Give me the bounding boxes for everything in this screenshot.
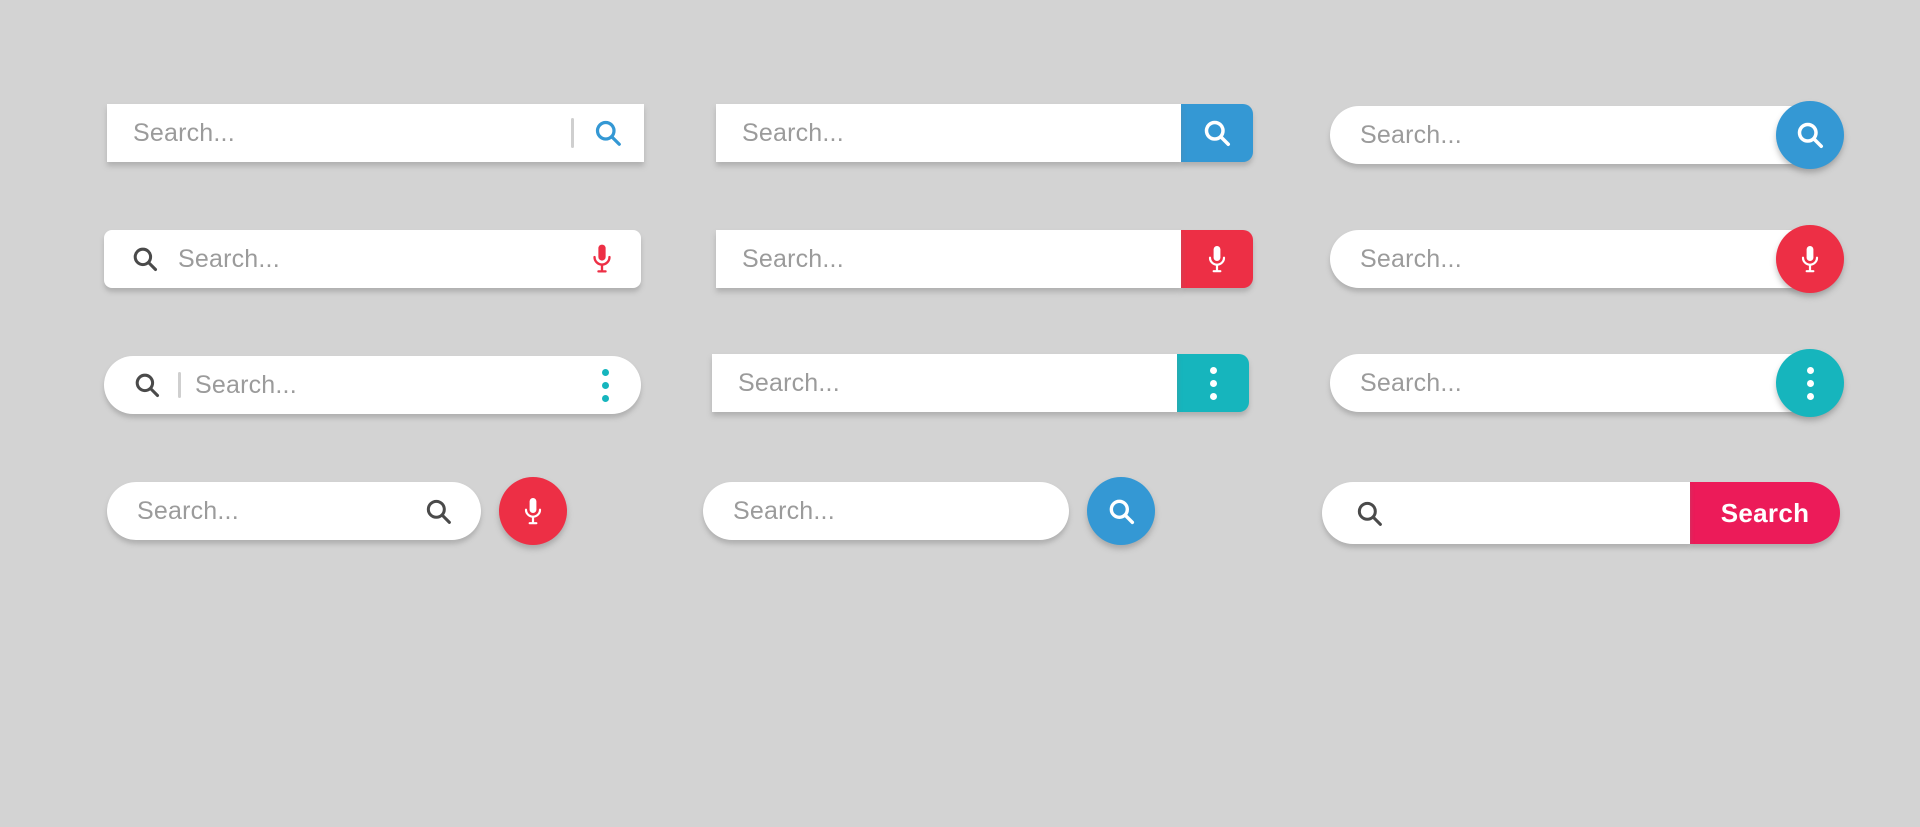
search-icon: [1352, 496, 1386, 530]
search-placeholder: Search...: [195, 370, 297, 399]
search-icon[interactable]: [590, 115, 626, 151]
search-field[interactable]: Search...: [703, 482, 1069, 540]
microphone-icon: [1798, 244, 1822, 275]
search-bar-row1-col3[interactable]: Search...: [1330, 101, 1844, 169]
search-placeholder: Search...: [178, 244, 280, 273]
search-bar-row4-col2[interactable]: Search...: [703, 477, 1155, 545]
search-placeholder: Search...: [133, 118, 235, 147]
search-bar-row2-col1[interactable]: Search...: [104, 230, 641, 288]
search-field[interactable]: Search...: [1330, 106, 1840, 164]
search-placeholder: Search...: [733, 496, 835, 525]
search-button[interactable]: [1776, 101, 1844, 169]
search-bar-row3-col3[interactable]: Search...: [1330, 349, 1844, 417]
search-field[interactable]: Search...: [1330, 354, 1840, 412]
search-field[interactable]: Search...: [712, 354, 1177, 412]
search-bar-row4-col3[interactable]: Search: [1322, 482, 1840, 544]
search-bar-row2-col2[interactable]: Search...: [716, 230, 1253, 288]
search-button[interactable]: [1181, 104, 1253, 162]
microphone-icon: [521, 496, 545, 527]
search-placeholder: Search...: [137, 496, 239, 525]
search-field[interactable]: Search...: [1330, 230, 1840, 288]
search-field[interactable]: Search...: [107, 482, 481, 540]
more-options-button[interactable]: [1776, 349, 1844, 417]
search-field[interactable]: Search...: [107, 104, 644, 162]
search-icon: [1795, 120, 1825, 150]
search-submit-button[interactable]: Search: [1690, 482, 1840, 544]
search-bar-row3-col2[interactable]: Search...: [712, 354, 1249, 412]
search-bar-row1-col1[interactable]: Search...: [107, 104, 644, 162]
search-placeholder: Search...: [742, 244, 844, 273]
voice-search-button[interactable]: [499, 477, 567, 545]
microphone-icon: [1205, 244, 1229, 275]
more-options-button[interactable]: [1177, 354, 1249, 412]
search-icon: [1202, 118, 1232, 148]
voice-search-button[interactable]: [1181, 230, 1253, 288]
kebab-menu-icon: [1209, 366, 1217, 400]
search-field[interactable]: Search...: [104, 356, 641, 414]
search-field[interactable]: [1322, 482, 1690, 544]
search-placeholder: Search...: [1360, 120, 1462, 149]
search-placeholder: Search...: [1360, 244, 1462, 273]
microphone-icon[interactable]: [585, 242, 619, 276]
ui-kit-canvas: Search... Search... Search... Search... …: [0, 0, 1920, 827]
field-divider: [178, 372, 181, 398]
search-bar-row3-col1[interactable]: Search...: [104, 356, 641, 414]
search-placeholder: Search...: [742, 118, 844, 147]
search-icon: [1107, 497, 1136, 526]
search-icon: [128, 242, 162, 276]
search-bar-row4-col1[interactable]: Search...: [107, 477, 567, 545]
search-field[interactable]: Search...: [104, 230, 641, 288]
search-field[interactable]: Search...: [716, 230, 1181, 288]
search-field[interactable]: Search...: [716, 104, 1181, 162]
voice-search-button[interactable]: [1776, 225, 1844, 293]
kebab-menu-icon: [1806, 366, 1814, 400]
search-icon: [130, 368, 164, 402]
search-placeholder: Search...: [738, 368, 840, 397]
kebab-menu-icon[interactable]: [595, 368, 615, 402]
search-bar-row1-col2[interactable]: Search...: [716, 104, 1253, 162]
field-divider: [571, 118, 574, 148]
search-placeholder: Search...: [1360, 368, 1462, 397]
search-icon[interactable]: [421, 494, 455, 528]
search-button-label: Search: [1720, 497, 1810, 528]
search-button[interactable]: [1087, 477, 1155, 545]
search-bar-row2-col3[interactable]: Search...: [1330, 225, 1844, 293]
